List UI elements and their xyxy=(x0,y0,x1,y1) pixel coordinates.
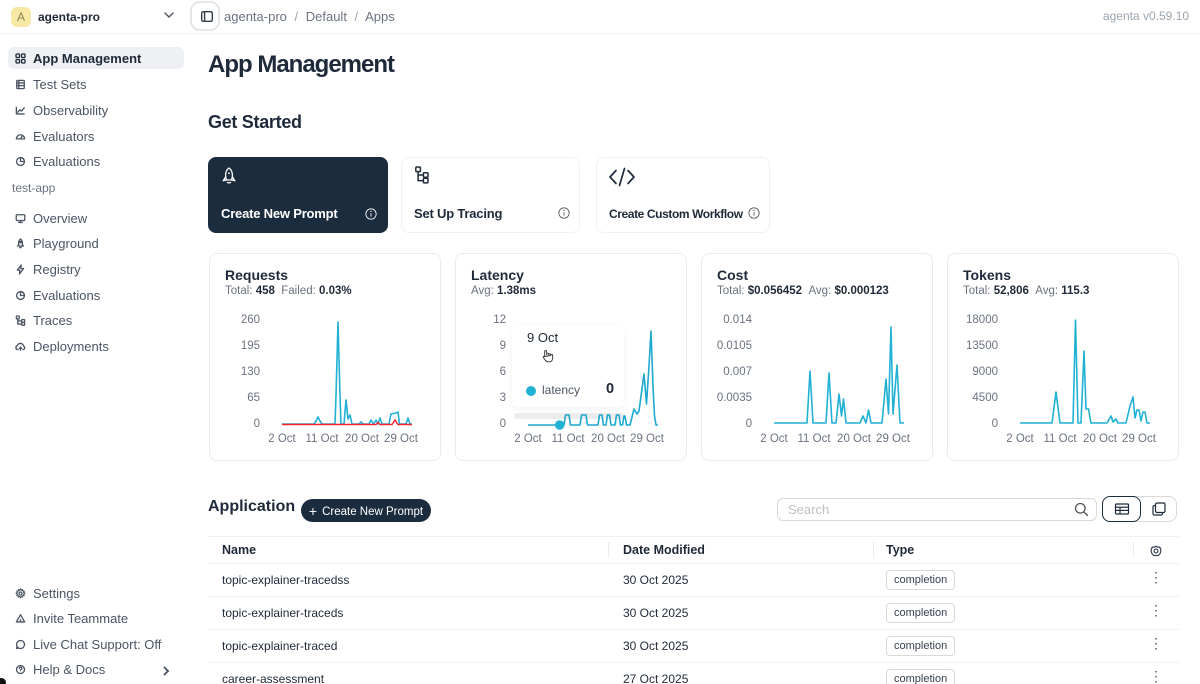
svg-text:29 Oct: 29 Oct xyxy=(876,433,911,445)
svg-text:12: 12 xyxy=(493,314,506,326)
svg-text:0.007: 0.007 xyxy=(723,366,752,378)
svg-text:0: 0 xyxy=(746,418,752,430)
svg-text:11 Oct: 11 Oct xyxy=(551,433,585,445)
svg-text:2 Oct: 2 Oct xyxy=(268,433,296,445)
svg-text:13500: 13500 xyxy=(966,340,998,352)
svg-text:130: 130 xyxy=(241,366,260,378)
svg-text:20 Oct: 20 Oct xyxy=(345,433,380,445)
svg-text:0: 0 xyxy=(500,418,506,430)
svg-text:0.0035: 0.0035 xyxy=(717,392,752,404)
svg-text:0.0105: 0.0105 xyxy=(717,340,752,352)
svg-text:0: 0 xyxy=(254,418,260,430)
svg-text:9: 9 xyxy=(500,340,506,352)
svg-text:29 Oct: 29 Oct xyxy=(384,433,419,445)
svg-text:20 Oct: 20 Oct xyxy=(837,433,872,445)
svg-text:65: 65 xyxy=(247,392,260,404)
svg-text:11 Oct: 11 Oct xyxy=(305,433,339,445)
svg-text:0: 0 xyxy=(992,418,998,430)
svg-text:20 Oct: 20 Oct xyxy=(591,433,626,445)
svg-text:260: 260 xyxy=(241,314,260,326)
svg-text:2 Oct: 2 Oct xyxy=(514,433,542,445)
svg-text:29 Oct: 29 Oct xyxy=(1122,433,1157,445)
svg-text:20 Oct: 20 Oct xyxy=(1083,433,1118,445)
svg-text:11 Oct: 11 Oct xyxy=(1043,433,1077,445)
svg-text:0.014: 0.014 xyxy=(723,314,752,326)
svg-text:195: 195 xyxy=(241,340,260,352)
svg-text:3: 3 xyxy=(500,392,506,404)
svg-text:2 Oct: 2 Oct xyxy=(1006,433,1034,445)
svg-text:11 Oct: 11 Oct xyxy=(797,433,831,445)
svg-text:9000: 9000 xyxy=(972,366,998,378)
svg-text:29 Oct: 29 Oct xyxy=(630,433,665,445)
svg-text:2 Oct: 2 Oct xyxy=(760,433,788,445)
svg-text:6: 6 xyxy=(500,366,506,378)
svg-text:18000: 18000 xyxy=(966,314,998,326)
svg-text:4500: 4500 xyxy=(972,392,998,404)
